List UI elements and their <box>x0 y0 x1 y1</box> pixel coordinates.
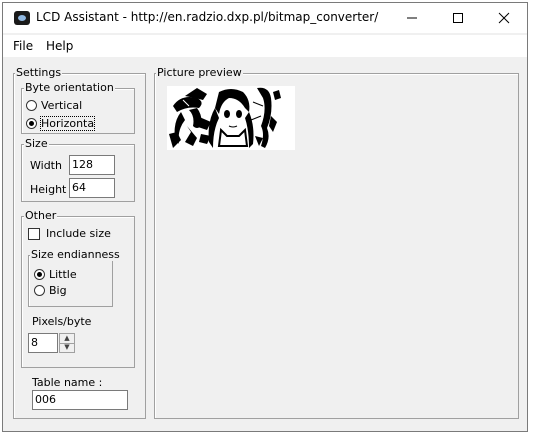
app-window: LCD Assistant - http://en.radzio.dxp.pl/… <box>2 2 528 432</box>
size-endianness-legend: Size endianness <box>30 248 121 261</box>
app-icon[interactable] <box>14 11 30 25</box>
little-radio-button[interactable] <box>34 269 45 280</box>
minimize-icon <box>407 17 417 19</box>
width-input[interactable]: 128 <box>69 155 115 175</box>
other-group: Other Include size Size endianness Littl… <box>21 209 135 368</box>
size-endianness-group: Size endianness Little Big <box>28 248 121 307</box>
vertical-label: Vertical <box>41 99 83 112</box>
horizontal-radio-button[interactable] <box>26 118 37 129</box>
settings-group: Settings Byte orientation Vertical Horiz… <box>13 66 146 419</box>
bitmap-preview-image <box>167 86 295 150</box>
menu-help[interactable]: Help <box>46 39 73 53</box>
minimize-button[interactable] <box>389 3 435 33</box>
size-legend: Size <box>24 137 49 150</box>
other-legend: Other <box>24 209 58 222</box>
big-radio-button[interactable] <box>34 285 45 296</box>
size-group: Size Width 128 Height 64 <box>21 137 135 202</box>
include-size-box[interactable] <box>28 228 40 240</box>
pixels-per-byte-label: Pixels/byte <box>32 315 92 328</box>
byte-orientation-legend: Byte orientation <box>24 81 115 94</box>
menu-bar: File Help <box>3 35 527 57</box>
big-label: Big <box>49 284 67 297</box>
byte-orientation-group: Byte orientation Vertical Horizonta <box>21 81 135 134</box>
maximize-button[interactable] <box>435 3 481 33</box>
height-input[interactable]: 64 <box>69 178 115 198</box>
vertical-radio-button[interactable] <box>26 100 37 111</box>
width-label: Width <box>30 159 62 172</box>
horizontal-label: Horizonta <box>39 116 96 131</box>
close-button[interactable] <box>481 3 527 33</box>
client-area: Settings Byte orientation Vertical Horiz… <box>3 57 527 431</box>
table-name-input[interactable]: 006 <box>32 390 128 410</box>
spin-down-icon[interactable]: ▼ <box>60 343 74 352</box>
include-size-label: Include size <box>46 227 111 240</box>
height-label: Height <box>30 183 67 196</box>
picture-preview-legend: Picture preview <box>156 66 243 79</box>
window-title: LCD Assistant - http://en.radzio.dxp.pl/… <box>36 10 379 24</box>
table-name-label: Table name : <box>32 376 103 389</box>
pixels-per-byte-spinner[interactable]: ▲ ▼ <box>59 333 75 353</box>
settings-legend: Settings <box>15 66 63 79</box>
title-bar[interactable]: LCD Assistant - http://en.radzio.dxp.pl/… <box>3 3 527 33</box>
pixels-per-byte-input[interactable]: 8 <box>28 333 58 353</box>
close-icon <box>498 12 510 24</box>
little-label: Little <box>49 268 77 281</box>
picture-preview-group: Picture preview <box>154 66 519 419</box>
maximize-icon <box>453 13 463 23</box>
menu-file[interactable]: File <box>13 39 33 53</box>
